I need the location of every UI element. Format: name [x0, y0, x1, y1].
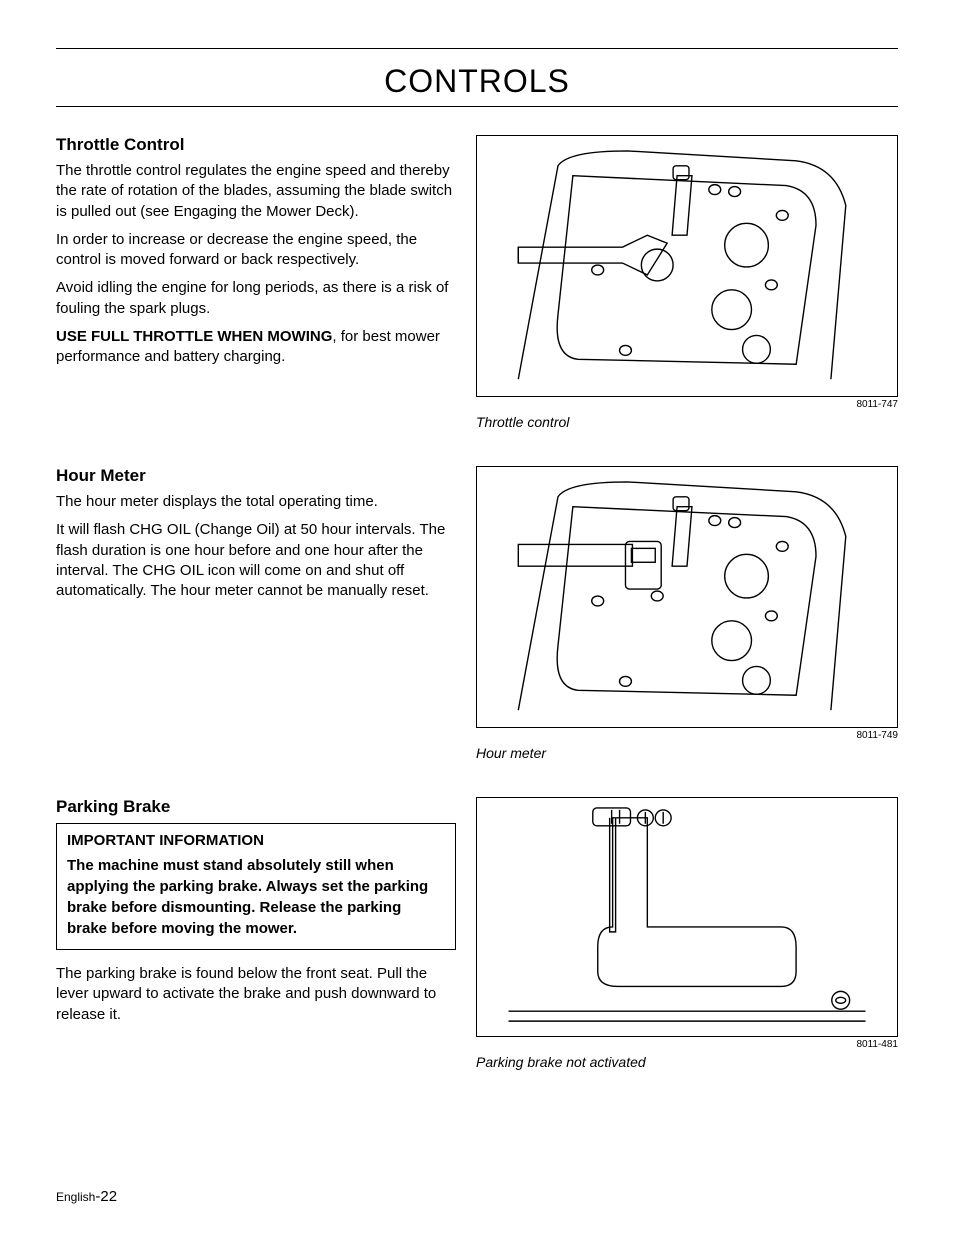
hour-p1: The hour meter displays the total operat… — [56, 492, 456, 512]
throttle-figure-caption: Throttle control — [476, 414, 898, 430]
throttle-control-icon — [477, 136, 897, 396]
throttle-figure — [476, 135, 898, 397]
page-footer: English-22 — [56, 1188, 117, 1205]
footer-language: English — [56, 1190, 95, 1204]
brake-figure-id: 8011-481 — [476, 1039, 898, 1050]
throttle-figure-id: 8011-747 — [476, 399, 898, 410]
page-title: CONTROLS — [56, 55, 898, 106]
throttle-p4-strong: USE FULL THROTTLE WHEN MOWING — [56, 328, 332, 345]
hour-meter-icon — [477, 467, 897, 727]
hour-figure-caption: Hour meter — [476, 745, 898, 761]
important-title: IMPORTANT INFORMATION — [67, 832, 445, 849]
hour-meter-figure — [476, 466, 898, 728]
throttle-p1: The throttle control regulates the engin… — [56, 161, 456, 222]
footer-page-number: -22 — [95, 1188, 117, 1205]
important-body: The machine must stand absolutely still … — [67, 855, 445, 939]
throttle-p3: Avoid idling the engine for long periods… — [56, 278, 456, 319]
throttle-heading: Throttle Control — [56, 135, 456, 155]
section-throttle: Throttle Control The throttle control re… — [56, 135, 898, 430]
section-parking-brake: Parking Brake IMPORTANT INFORMATION The … — [56, 797, 898, 1070]
parking-brake-icon — [477, 798, 897, 1036]
brake-heading: Parking Brake — [56, 797, 456, 817]
throttle-p4: USE FULL THROTTLE WHEN MOWING, for best … — [56, 327, 456, 368]
brake-p1: The parking brake is found below the fro… — [56, 964, 456, 1025]
brake-figure-caption: Parking brake not activated — [476, 1054, 898, 1070]
hour-p2: It will flash CHG OIL (Change Oil) at 50… — [56, 520, 456, 601]
section-hour-meter: Hour Meter The hour meter displays the t… — [56, 466, 898, 761]
hour-heading: Hour Meter — [56, 466, 456, 486]
throttle-p2: In order to increase or decrease the eng… — [56, 230, 456, 271]
hour-figure-id: 8011-749 — [476, 730, 898, 741]
parking-brake-figure — [476, 797, 898, 1037]
important-information-box: IMPORTANT INFORMATION The machine must s… — [56, 823, 456, 950]
